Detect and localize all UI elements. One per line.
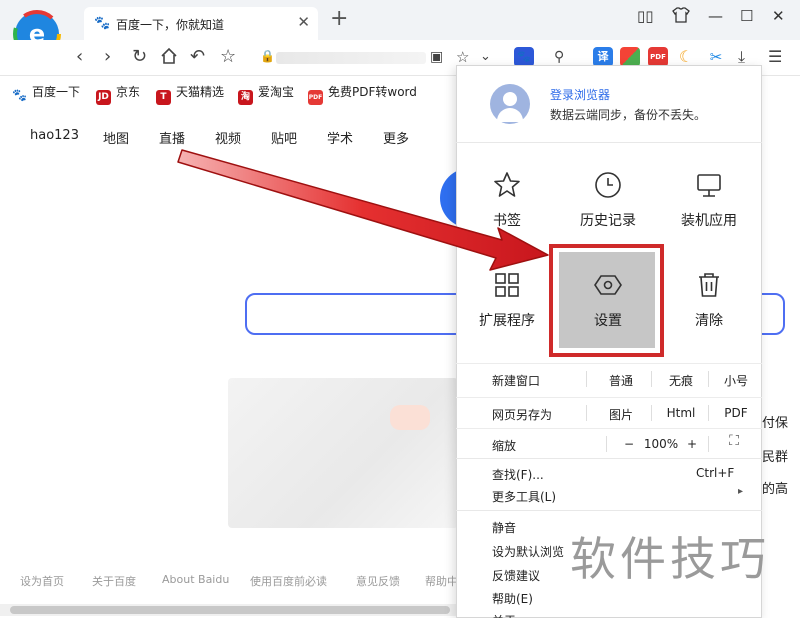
watermark-text: 软件技巧 (570, 532, 770, 586)
